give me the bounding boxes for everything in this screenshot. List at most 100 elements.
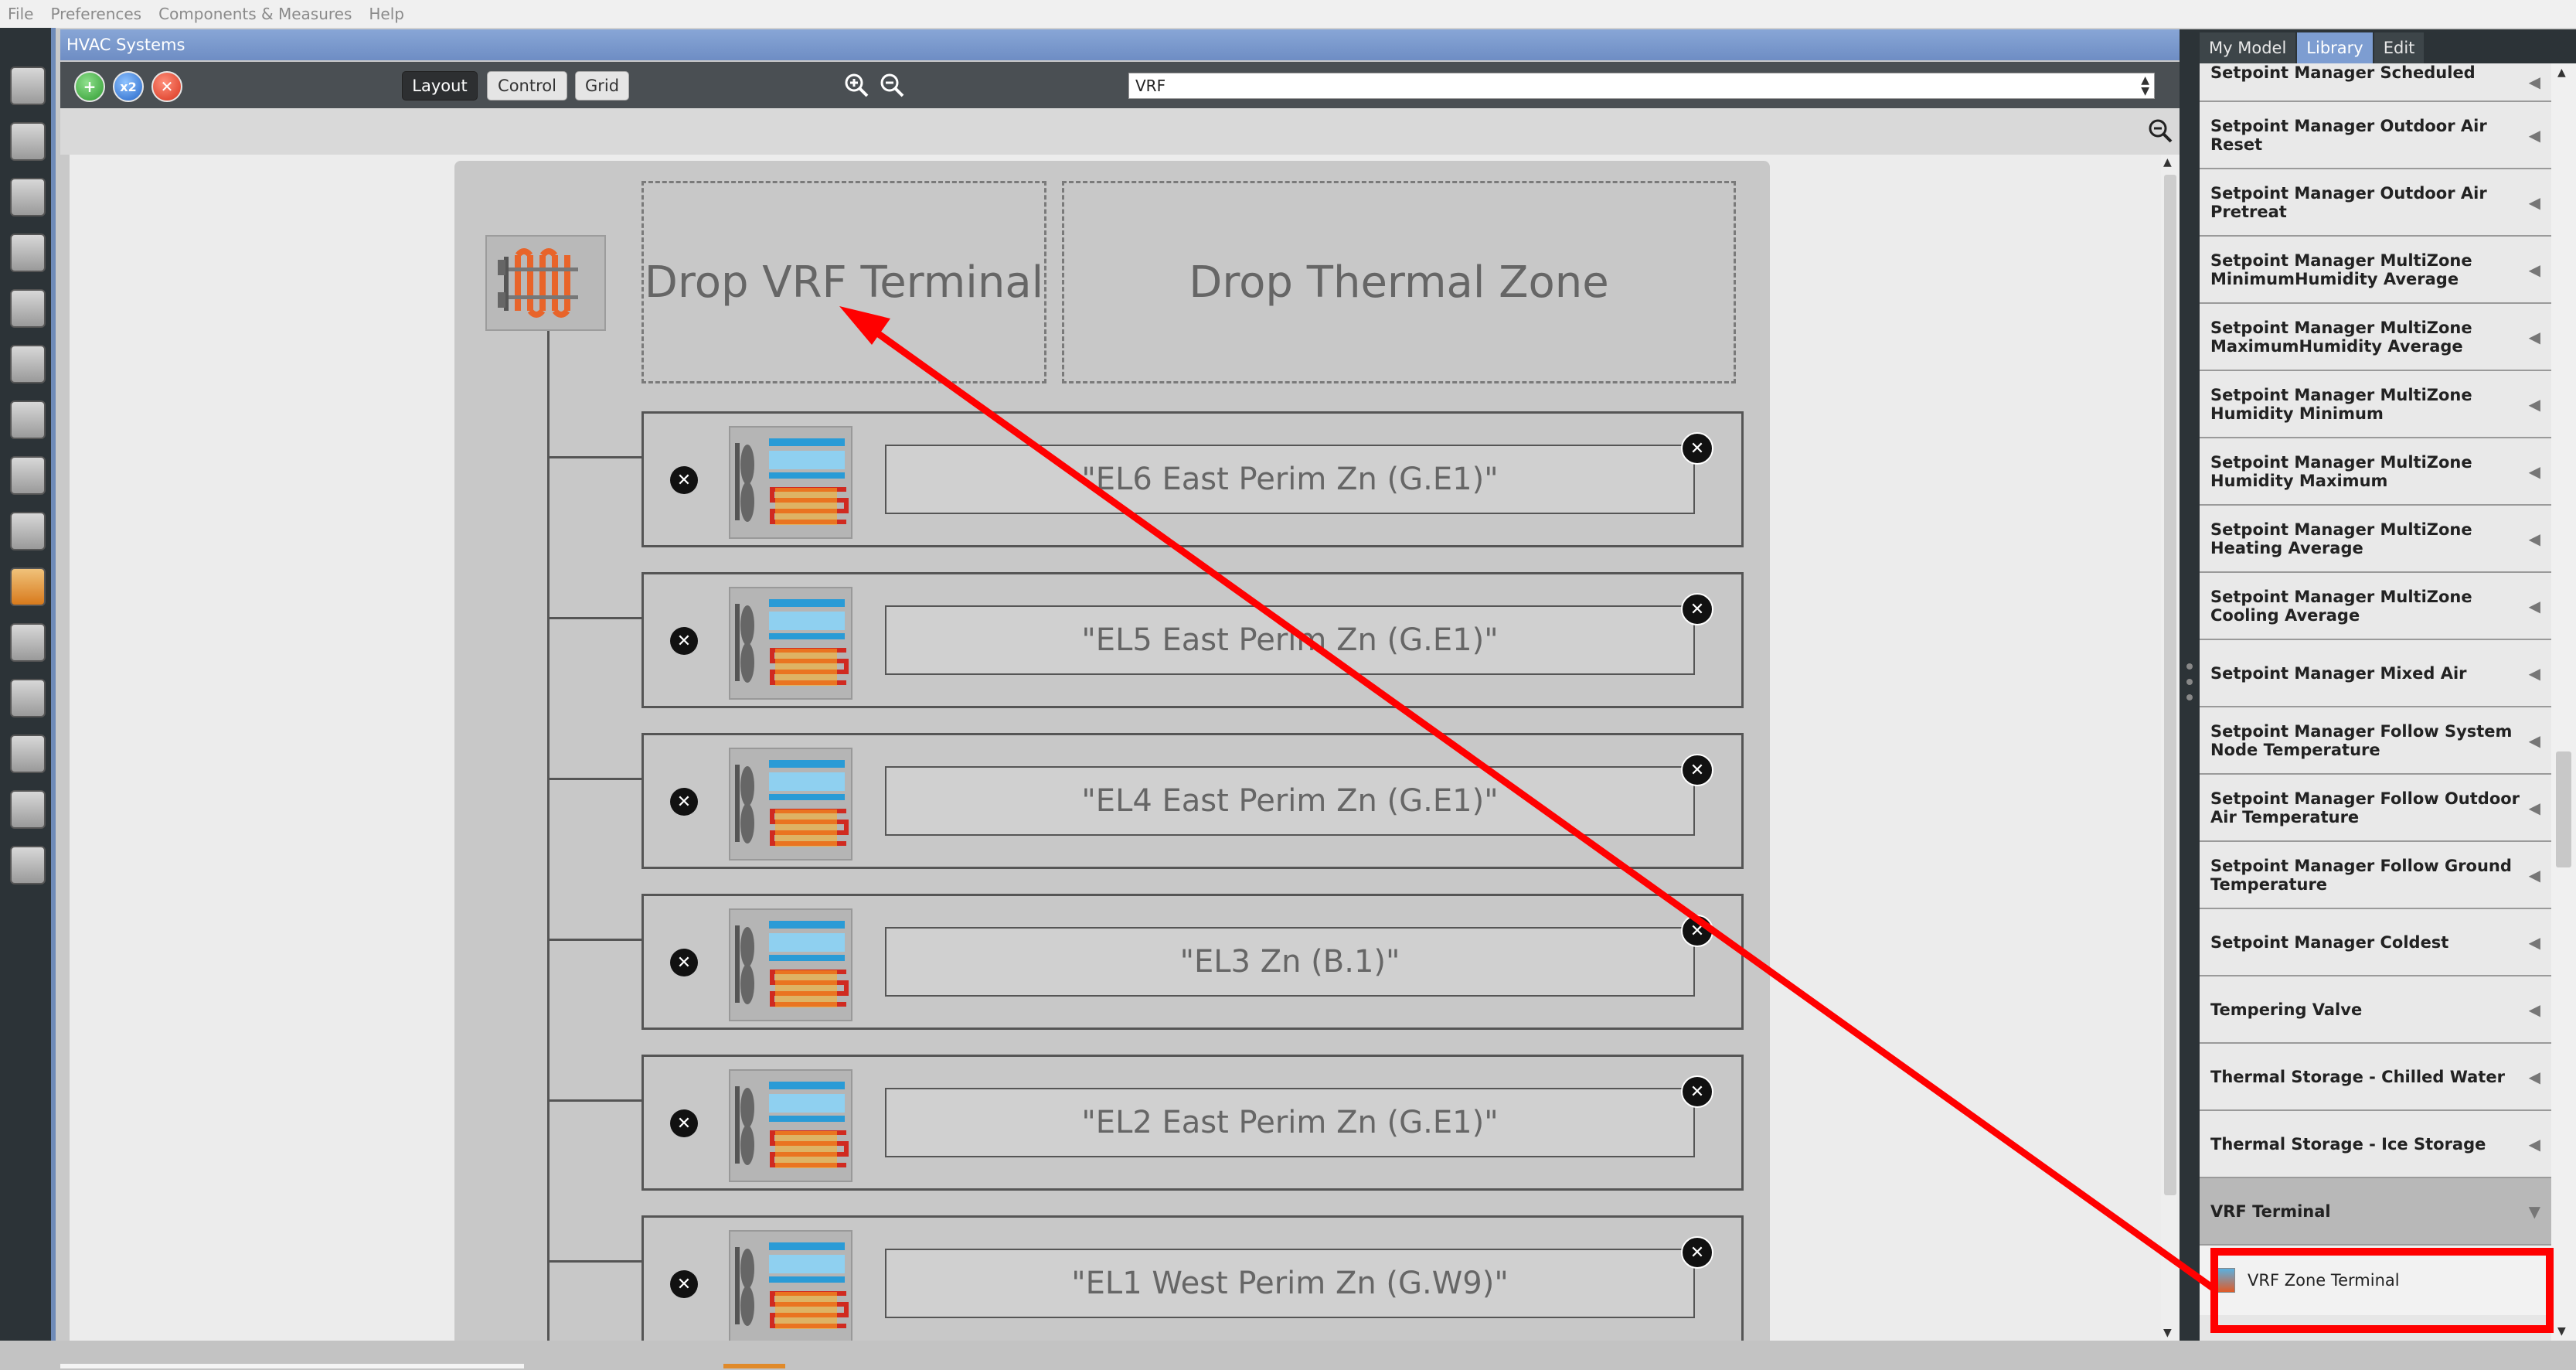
layout-button[interactable]: Layout xyxy=(402,71,478,101)
scroll-down-icon[interactable]: ▼ xyxy=(2163,1327,2172,1339)
measures-tool[interactable] xyxy=(8,730,48,778)
zoom-in-icon[interactable] xyxy=(842,71,870,99)
remove-zone-icon[interactable]: ✕ xyxy=(1681,1075,1713,1108)
zoom-out-icon[interactable] xyxy=(878,71,906,99)
library-category-label: Thermal Storage - Ice Storage xyxy=(2210,1134,2486,1154)
zone-row: ✕ "EL5 East Perim Zn (G.E1)" ✕ xyxy=(641,572,1744,708)
library-category[interactable]: Setpoint Manager Follow Ground Temperatu… xyxy=(2200,842,2551,909)
vrf-terminal-icon[interactable] xyxy=(729,587,852,700)
control-button[interactable]: Control xyxy=(487,71,567,101)
collapse-arrow-icon: ◀ xyxy=(2528,327,2540,346)
vrf-terminal-icon[interactable] xyxy=(729,426,852,539)
site-tool[interactable] xyxy=(8,62,48,110)
add-system-button[interactable]: + xyxy=(74,71,105,102)
remove-zone-icon[interactable]: ✕ xyxy=(1681,593,1713,625)
thermal-zone-name[interactable]: "EL1 West Perim Zn (G.W9)" xyxy=(885,1249,1695,1318)
constructions-tool[interactable] xyxy=(8,173,48,221)
library-category-vrf-terminal[interactable]: VRF Terminal ▼ xyxy=(2200,1178,2551,1246)
space-types-tool[interactable] xyxy=(8,285,48,332)
loads-tool[interactable] xyxy=(8,229,48,277)
vrf-system-icon[interactable] xyxy=(485,235,606,331)
remove-terminal-icon[interactable]: ✕ xyxy=(670,466,698,494)
thermal-zone-name[interactable]: "EL2 East Perim Zn (G.E1)" xyxy=(885,1088,1695,1157)
library-category[interactable]: Setpoint Manager MultiZone Heating Avera… xyxy=(2200,506,2551,573)
remove-zone-icon[interactable]: ✕ xyxy=(1681,1236,1713,1269)
drop-vrf-terminal-zone[interactable]: Drop VRF Terminal xyxy=(641,181,1046,383)
vrf-terminal-icon[interactable] xyxy=(729,1069,852,1182)
library-scroll-thumb[interactable] xyxy=(2556,751,2571,867)
system-select[interactable]: VRF ▲ ▼ xyxy=(1128,73,2155,99)
library-category[interactable]: Setpoint Manager Mixed Air ◀ xyxy=(2200,640,2551,707)
right-panel: My Model Library Edit Setpoint Manager S… xyxy=(2200,29,2576,1341)
collapse-arrow-icon: ◀ xyxy=(2528,1067,2540,1086)
library-category[interactable]: Setpoint Manager Outdoor Air Pretreat ◀ xyxy=(2200,169,2551,237)
duplicate-system-button[interactable]: x2 xyxy=(113,71,144,102)
library-item-vrf-zone-terminal[interactable]: VRF Zone Terminal xyxy=(2200,1246,2551,1315)
delete-system-button[interactable]: ✕ xyxy=(151,71,182,102)
facility-tool[interactable] xyxy=(8,396,48,444)
geometry-icon xyxy=(10,345,46,383)
tab-library[interactable]: Library xyxy=(2297,32,2373,63)
library-category[interactable]: Setpoint Manager Follow System Node Temp… xyxy=(2200,707,2551,775)
vrf-terminal-icon[interactable] xyxy=(729,1230,852,1341)
results-tool[interactable] xyxy=(8,841,48,889)
library-category[interactable]: Tempering Valve ◀ xyxy=(2200,976,2551,1044)
thermal-zone-name[interactable]: "EL3 Zn (B.1)" xyxy=(885,927,1695,997)
collapse-arrow-icon: ◀ xyxy=(2528,865,2540,884)
drop-thermal-zone-zone[interactable]: Drop Thermal Zone xyxy=(1062,181,1736,383)
remove-terminal-icon[interactable]: ✕ xyxy=(670,788,698,816)
collapse-arrow-icon: ◀ xyxy=(2528,394,2540,414)
panel-splitter[interactable] xyxy=(2180,29,2200,1341)
spaces-tool[interactable] xyxy=(8,452,48,499)
geometry-tool[interactable] xyxy=(8,340,48,388)
drop-thermal-zone-label: Drop Thermal Zone xyxy=(1189,257,1609,308)
simulation-settings-tool[interactable] xyxy=(8,674,48,722)
library-category[interactable]: Thermal Storage - Chilled Water ◀ xyxy=(2200,1044,2551,1111)
thermal-zone-name[interactable]: "EL6 East Perim Zn (G.E1)" xyxy=(885,445,1695,514)
schedules-tool[interactable] xyxy=(8,118,48,165)
remove-terminal-icon[interactable]: ✕ xyxy=(670,949,698,976)
scroll-down-icon[interactable]: ▼ xyxy=(2557,1325,2566,1338)
library-category[interactable]: Setpoint Manager Outdoor Air Reset ◀ xyxy=(2200,102,2551,169)
library-category[interactable]: Setpoint Manager MultiZone Cooling Avera… xyxy=(2200,573,2551,640)
library-category[interactable]: Setpoint Manager MultiZone Humidity Mini… xyxy=(2200,371,2551,438)
zoom-out-fit-icon[interactable] xyxy=(2147,118,2173,144)
vrf-terminal-icon[interactable] xyxy=(729,908,852,1021)
canvas-scroll-thumb[interactable] xyxy=(2164,175,2176,1195)
measures-icon xyxy=(10,734,46,773)
library-category[interactable]: Setpoint Manager MultiZone MaximumHumidi… xyxy=(2200,304,2551,371)
remove-terminal-icon[interactable]: ✕ xyxy=(670,1109,698,1137)
menu-preferences[interactable]: Preferences xyxy=(50,5,141,23)
menu-help[interactable]: Help xyxy=(369,5,404,23)
library-scrollbar[interactable]: ▲ ▼ xyxy=(2551,63,2576,1341)
hvac-systems-tool[interactable] xyxy=(8,563,48,611)
tab-my-model[interactable]: My Model xyxy=(2200,32,2296,63)
scroll-up-icon[interactable]: ▲ xyxy=(2557,66,2566,79)
canvas-scrollbar[interactable]: ▲ ▼ xyxy=(2161,155,2180,1341)
remove-zone-icon[interactable]: ✕ xyxy=(1681,915,1713,947)
remove-terminal-icon[interactable]: ✕ xyxy=(670,1270,698,1298)
remove-terminal-icon[interactable]: ✕ xyxy=(670,627,698,655)
library-category[interactable]: Setpoint Manager Follow Outdoor Air Temp… xyxy=(2200,775,2551,842)
library-category[interactable]: Setpoint Manager MultiZone MinimumHumidi… xyxy=(2200,237,2551,304)
grid-button[interactable]: Grid xyxy=(575,71,629,101)
scroll-up-icon[interactable]: ▲ xyxy=(2163,156,2172,169)
thermal-zone-name[interactable]: "EL4 East Perim Zn (G.E1)" xyxy=(885,766,1695,836)
thermal-zone-name[interactable]: "EL5 East Perim Zn (G.E1)" xyxy=(885,605,1695,675)
vrf-zone-terminal-icon xyxy=(2210,1268,2235,1293)
run-simulation-tool[interactable] xyxy=(8,786,48,833)
menu-file[interactable]: File xyxy=(8,5,33,23)
vrf-terminal-icon[interactable] xyxy=(729,748,852,861)
collapse-arrow-icon: ◀ xyxy=(2528,73,2540,91)
output-variables-tool[interactable] xyxy=(8,619,48,666)
library-category[interactable]: Setpoint Manager Coldest ◀ xyxy=(2200,909,2551,976)
menu-components-measures[interactable]: Components & Measures xyxy=(158,5,352,23)
library-category[interactable]: Setpoint Manager MultiZone Humidity Maxi… xyxy=(2200,438,2551,506)
building-icon xyxy=(10,400,46,439)
remove-zone-icon[interactable]: ✕ xyxy=(1681,432,1713,465)
tab-edit[interactable]: Edit xyxy=(2374,32,2425,63)
library-category[interactable]: Setpoint Manager Scheduled ◀ xyxy=(2200,63,2551,102)
library-category[interactable]: Thermal Storage - Ice Storage ◀ xyxy=(2200,1111,2551,1178)
thermal-zones-tool[interactable] xyxy=(8,507,48,555)
remove-zone-icon[interactable]: ✕ xyxy=(1681,754,1713,786)
